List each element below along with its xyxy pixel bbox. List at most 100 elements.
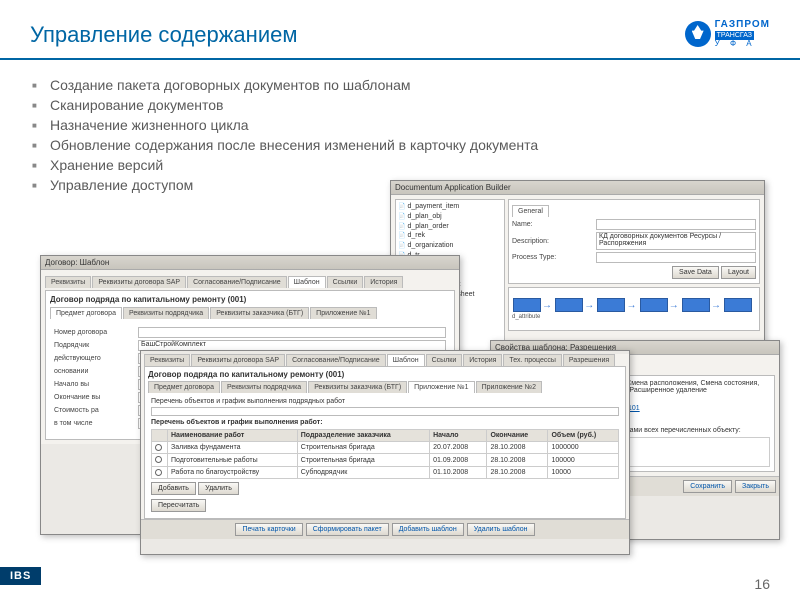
label: Стоимость ра: [54, 407, 134, 414]
tab[interactable]: Реквизиты: [45, 276, 91, 288]
label: в том числе: [54, 420, 134, 427]
tab[interactable]: Ссылки: [327, 276, 364, 288]
tree-item[interactable]: d_plan_obj: [398, 212, 502, 222]
table-row[interactable]: Работа по благоустройствуСубподрядчик01.…: [152, 466, 619, 478]
bullet-list: Создание пакета договорных документов по…: [0, 60, 800, 195]
table-row[interactable]: Подготовительные работыСтроительная бриг…: [152, 454, 619, 466]
tree-item[interactable]: d_payment_item: [398, 202, 502, 212]
flow-node[interactable]: [640, 298, 668, 312]
tree-item[interactable]: d_plan_order: [398, 222, 502, 232]
col: Начало: [430, 430, 487, 442]
label: Номер договора: [54, 329, 134, 336]
tab[interactable]: Реквизиты: [144, 354, 190, 366]
tab[interactable]: Согласование/Подписание: [286, 354, 386, 366]
print-button[interactable]: Печать карточки: [235, 523, 302, 536]
tab[interactable]: Тех. процессы: [503, 354, 561, 366]
flow-node[interactable]: [682, 298, 710, 312]
flow-node[interactable]: [555, 298, 583, 312]
subtab[interactable]: Приложение №2: [476, 381, 542, 393]
col: Наименование работ: [168, 430, 298, 442]
input-desc[interactable]: КД договорных документов Ресурсы / Распо…: [596, 232, 756, 250]
label-desc: Description:: [512, 238, 592, 245]
tab[interactable]: История: [463, 354, 502, 366]
arrow-icon: →: [626, 300, 636, 311]
col: Подразделение заказчика: [297, 430, 429, 442]
tab[interactable]: Разрешения: [563, 354, 615, 366]
bullet-item: Обновление содержания после внесения изм…: [50, 135, 770, 155]
label-proc: Process Type:: [512, 254, 592, 261]
close-button[interactable]: Закрыть: [735, 480, 776, 493]
input-proc[interactable]: [596, 252, 756, 263]
tree-item[interactable]: d_organization: [398, 241, 502, 251]
input[interactable]: [138, 327, 446, 338]
subtab[interactable]: Предмет договора: [148, 381, 220, 393]
subtab[interactable]: Приложение №1: [310, 307, 376, 319]
page-number: 16: [754, 576, 770, 592]
col: Окончание: [487, 430, 548, 442]
flow-label: d_attribute: [512, 314, 756, 320]
label: действующего: [54, 355, 134, 362]
arrow-icon: →: [584, 300, 594, 311]
logo-city: У Ф А: [715, 40, 770, 48]
tab[interactable]: Шаблон: [288, 276, 326, 288]
bullet-item: Хранение версий: [50, 155, 770, 175]
table-title: Перечень объектов и график выполнения ра…: [151, 419, 619, 426]
flow-canvas[interactable]: → → → → → d_attribute: [508, 287, 760, 331]
tab[interactable]: Реквизиты договора SAP: [92, 276, 186, 288]
tree-item[interactable]: d_rek: [398, 231, 502, 241]
label: Подрядчик: [54, 342, 134, 349]
arrow-icon: →: [542, 300, 552, 311]
section-heading: Договор подряда по капитальному ремонту …: [50, 295, 450, 304]
radio-icon[interactable]: [155, 444, 162, 451]
tab[interactable]: Ссылки: [426, 354, 463, 366]
flow-node[interactable]: [597, 298, 625, 312]
radio-icon[interactable]: [155, 456, 162, 463]
layout-button[interactable]: Layout: [721, 266, 756, 279]
save-button[interactable]: Сохранить: [683, 480, 732, 493]
input[interactable]: [151, 407, 619, 416]
table-row[interactable]: Заливка фундаментаСтроительная бригада20…: [152, 442, 619, 454]
col: Объем (руб.): [548, 430, 619, 442]
tab[interactable]: Согласование/Подписание: [187, 276, 287, 288]
delete-button[interactable]: Удалить: [198, 482, 239, 495]
tab-general[interactable]: General: [512, 205, 549, 217]
bullet-item: Сканирование документов: [50, 95, 770, 115]
flow-node[interactable]: [513, 298, 541, 312]
properties-panel: General Name: Description: КД договорных …: [508, 199, 760, 284]
generate-button[interactable]: Сформировать пакет: [306, 523, 389, 536]
subtab[interactable]: Реквизиты подрядчика: [221, 381, 307, 393]
add-button[interactable]: Добавить: [151, 482, 196, 495]
arrow-icon: →: [669, 300, 679, 311]
window-attachment: Реквизиты Реквизиты договора SAP Согласо…: [140, 350, 630, 555]
subtab[interactable]: Реквизиты заказчика (БТГ): [210, 307, 309, 319]
delete-template-button[interactable]: Удалить шаблон: [467, 523, 535, 536]
radio-icon[interactable]: [155, 469, 162, 476]
input-name[interactable]: [596, 219, 756, 230]
logo: ГАЗПРОМ ТРАНСГАЗ У Ф А: [685, 20, 770, 48]
label: основании: [54, 368, 134, 375]
label: Начало вы: [54, 381, 134, 388]
tab[interactable]: Реквизиты договора SAP: [191, 354, 285, 366]
page-title: Управление содержанием: [30, 22, 297, 48]
label-name: Name:: [512, 221, 592, 228]
arrow-icon: →: [711, 300, 721, 311]
subtab[interactable]: Реквизиты заказчика (БТГ): [308, 381, 407, 393]
subtab[interactable]: Реквизиты подрядчика: [123, 307, 209, 319]
label: Окончание вы: [54, 394, 134, 401]
recalc-button[interactable]: Пересчитать: [151, 499, 206, 512]
tab[interactable]: История: [364, 276, 403, 288]
save-data-button[interactable]: Save Data: [672, 266, 719, 279]
subtab[interactable]: Предмет договора: [50, 307, 122, 319]
flow-node[interactable]: [724, 298, 752, 312]
add-template-button[interactable]: Добавить шаблон: [392, 523, 464, 536]
subtab[interactable]: Приложение №1: [408, 381, 474, 393]
ibs-badge: IBS: [0, 567, 41, 585]
section-heading: Договор подряда по капитальному ремонту …: [148, 370, 622, 379]
gazprom-flame-icon: [685, 21, 711, 47]
tab[interactable]: Шаблон: [387, 354, 425, 366]
works-table: Наименование работ Подразделение заказчи…: [151, 429, 619, 479]
window-titlebar[interactable]: Documentum Application Builder: [391, 181, 764, 195]
desc: Перечень объектов и график выполнения по…: [151, 398, 619, 405]
window-titlebar[interactable]: Договор: Шаблон: [41, 256, 459, 270]
table-header-row: Наименование работ Подразделение заказчи…: [152, 430, 619, 442]
